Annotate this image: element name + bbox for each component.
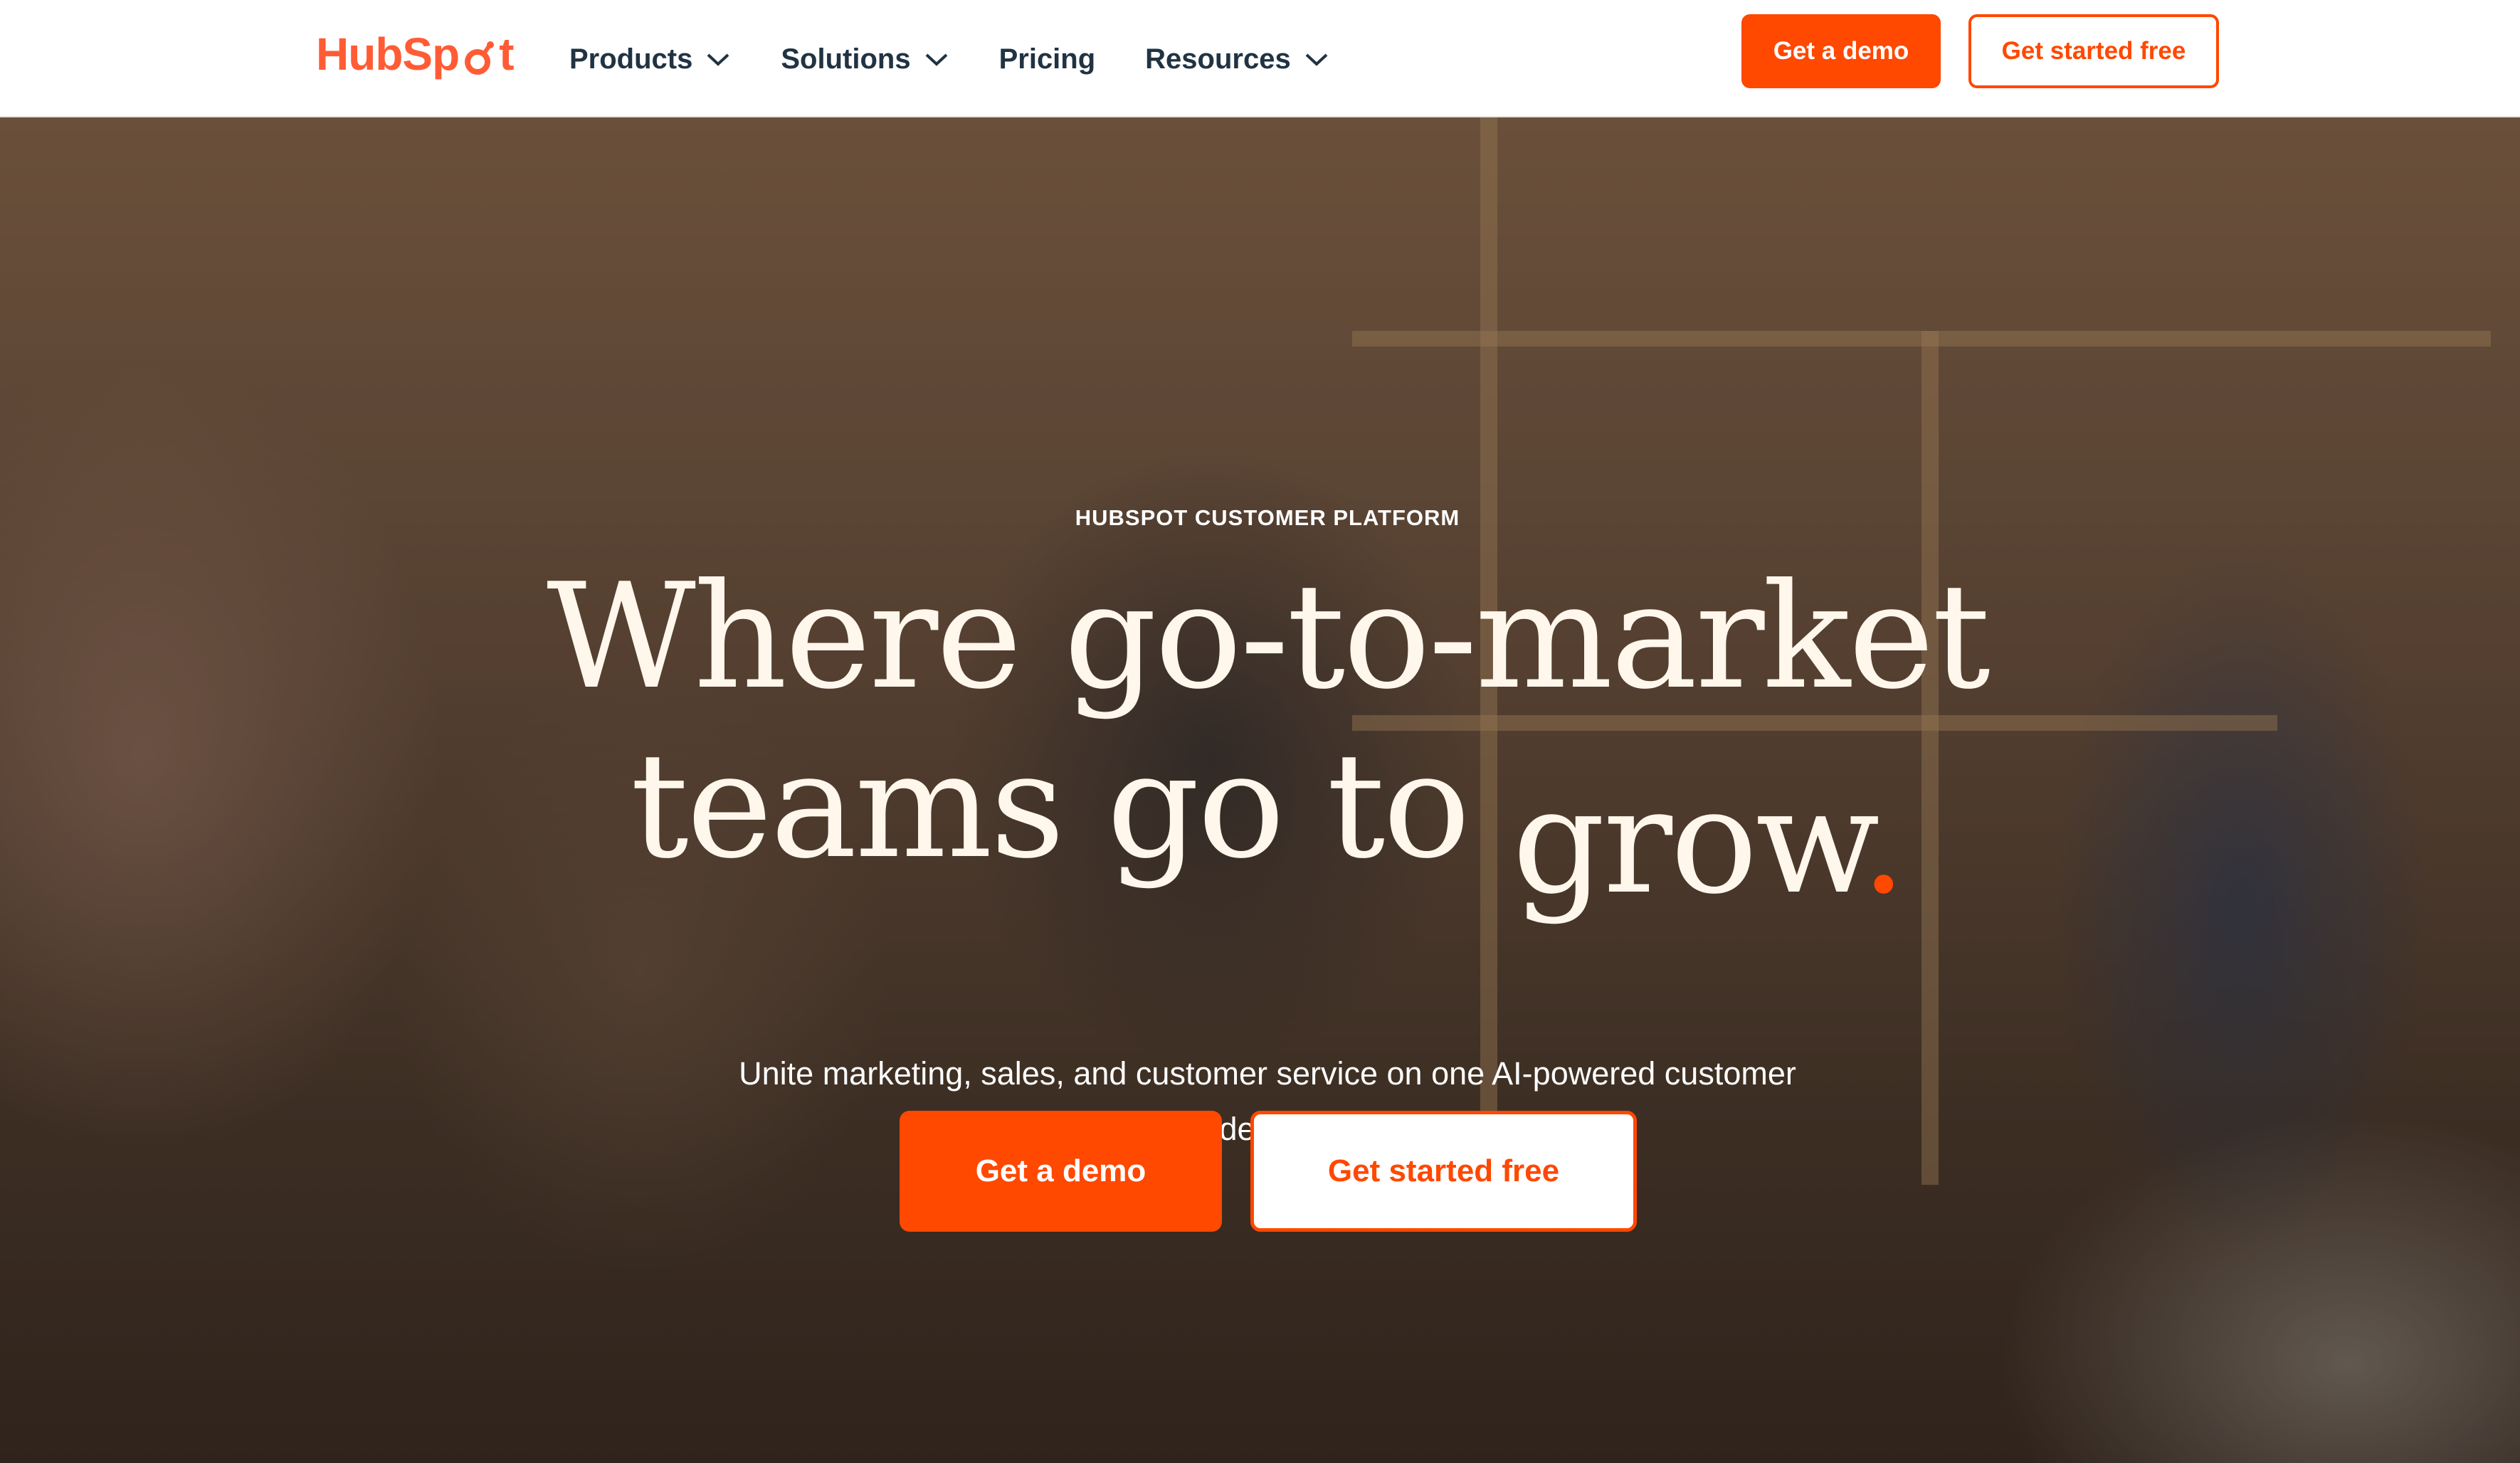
chevron-down-icon	[1305, 53, 1328, 66]
hero-eyebrow: HUBSPOT CUSTOMER PLATFORM	[1075, 505, 1460, 530]
hubspot-sprocket-icon	[460, 36, 497, 75]
logo-text-t: t	[499, 28, 514, 80]
logo-text-sp: Sp	[402, 28, 460, 80]
nav-get-started-free-button[interactable]: Get started free	[1968, 14, 2219, 88]
nav-products-label: Products	[569, 43, 693, 75]
nav-resources-label: Resources	[1145, 43, 1291, 75]
chevron-down-icon	[925, 53, 947, 66]
nav-pricing-label: Pricing	[998, 43, 1096, 75]
hero-get-started-free-button[interactable]: Get started free	[1250, 1111, 1637, 1232]
nav-products[interactable]: Products	[569, 43, 731, 75]
headline-line-2-prefix: teams go to	[630, 722, 1512, 891]
headline-accent-dot: .	[1860, 758, 1907, 926]
headline-accent-word: grow	[1512, 758, 1862, 926]
nav-solutions-label: Solutions	[781, 43, 911, 75]
main-nav: Products Solutions Pricing Resources	[569, 28, 1379, 90]
headline-line-1: Where go-to-market	[547, 553, 1991, 722]
nav-get-demo-button[interactable]: Get a demo	[1741, 14, 1941, 88]
top-navbar: Hub Sp t Products Solutions Pricing Resou…	[0, 0, 2520, 117]
nav-resources[interactable]: Resources	[1145, 43, 1329, 75]
chevron-down-icon	[707, 53, 729, 66]
nav-pricing[interactable]: Pricing	[999, 43, 1096, 75]
hero-section: HUBSPOT CUSTOMER PLATFORM Where go-to-ma…	[0, 117, 2520, 1463]
nav-solutions[interactable]: Solutions	[781, 43, 949, 75]
hero-get-demo-button[interactable]: Get a demo	[900, 1111, 1222, 1232]
hubspot-logo[interactable]: Hub Sp t	[316, 26, 515, 83]
hero-headline: Where go-to-market teams go to grow.	[0, 553, 2520, 926]
logo-text-hub: Hub	[316, 28, 403, 80]
